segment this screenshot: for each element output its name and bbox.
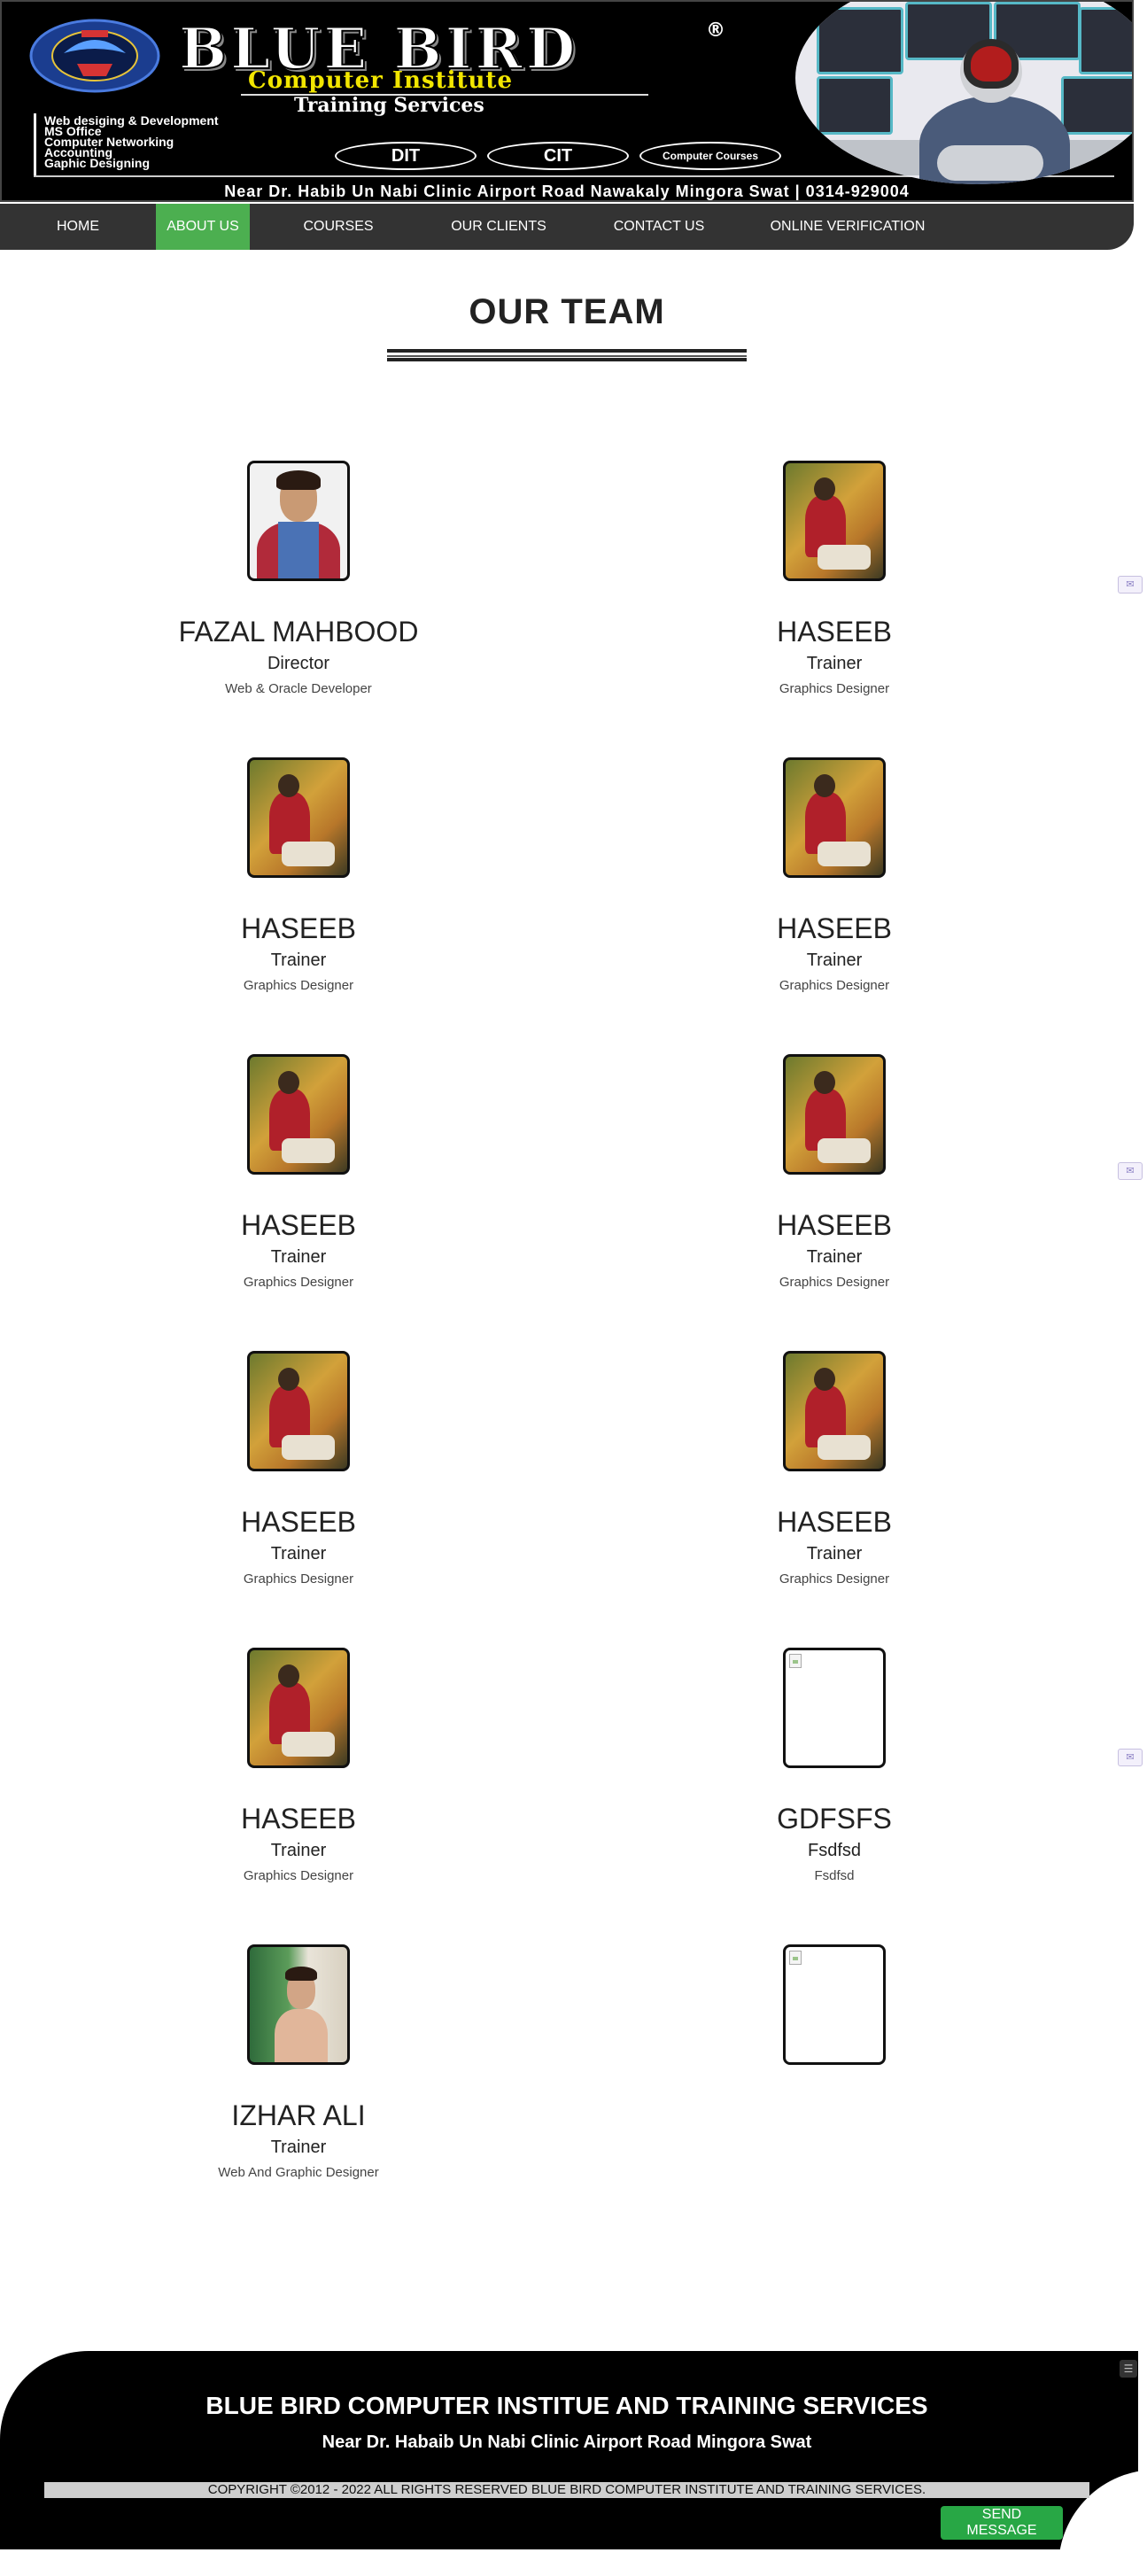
member-description: Web And Graphic Designer [218,2165,379,2180]
program-badge-dit: DIT [335,142,477,170]
member-description: Graphics Designer [243,978,354,993]
member-photo [247,1944,350,2065]
member-role: Trainer [270,950,327,970]
member-name: HASEEB [777,616,892,648]
mail-icon[interactable]: ✉ [1118,1749,1143,1766]
member-role: Trainer [270,1841,327,1860]
member-description: Graphics Designer [243,1571,354,1587]
member-photo [783,1648,886,1768]
member-photo [247,1054,350,1175]
team-member-card: HASEEB Trainer Graphics Designer [657,1351,1011,1587]
monitor-icon [1079,7,1132,74]
team-member-card [657,1944,1011,2065]
program-badge-cit: CIT [487,142,629,170]
member-photo [783,1351,886,1471]
brand-subtitle: Computer Institute [248,67,513,94]
team-member-card: HASEEB Trainer Graphics Designer [121,1648,476,1883]
member-role: Fsdfsd [807,1841,862,1860]
member-name: HASEEB [241,1209,356,1241]
monitor-icon [817,7,903,74]
member-role: Director [267,654,329,673]
nav-about-us[interactable]: ABOUT US [156,204,250,250]
services-list: Web desiging & Development MS Office Com… [44,114,219,170]
institute-logo [29,19,160,93]
broken-image-icon [789,1654,802,1668]
chat-icon[interactable]: ☰ [1120,2360,1137,2378]
member-name: HASEEB [241,912,356,944]
member-role: Trainer [806,1544,863,1563]
footer-address: Near Dr. Habaib Un Nabi Clinic Airport R… [322,2432,812,2452]
nav-online-verification[interactable]: ONLINE VERIFICATION [748,204,948,250]
nav-our-clients[interactable]: OUR CLIENTS [427,204,570,250]
member-photo [783,1944,886,2065]
footer-title: BLUE BIRD COMPUTER INSTITUE AND TRAINING… [205,2392,928,2419]
member-role: Trainer [806,654,863,673]
monitor-icon [1061,76,1132,135]
member-photo [783,757,886,878]
member-name: HASEEB [777,1209,892,1241]
copyright-bar: COPYRIGHT ©2012 - 2022 ALL RIGHTS RESERV… [44,2482,1089,2498]
page-title: OUR TEAM [469,292,665,331]
send-message-button[interactable]: SEND MESSAGE [941,2506,1063,2540]
registered-mark: ® [706,19,725,42]
nav-courses[interactable]: COURSES [250,204,427,250]
hero-illustration [795,2,1132,184]
team-member-card: HASEEB Trainer Graphics Designer [121,1351,476,1587]
member-name: HASEEB [777,912,892,944]
member-photo [247,757,350,878]
member-role: Trainer [806,1247,863,1267]
member-role: Trainer [806,950,863,970]
member-description: Web & Oracle Developer [225,681,372,696]
team-member-card: HASEEB Trainer Graphics Designer [121,757,476,993]
nav-home[interactable]: HOME [0,204,156,250]
member-description: Graphics Designer [779,1275,890,1290]
services-bracket [34,113,36,175]
member-role: Trainer [270,2138,327,2157]
monitor-icon [817,76,893,135]
nav-contact-us[interactable]: CONTACT US [570,204,748,250]
header-banner: BLUE BIRD ® Computer Institute Training … [0,0,1134,202]
member-description: Graphics Designer [779,681,890,696]
mail-icon[interactable]: ✉ [1118,1162,1143,1180]
member-photo [247,1648,350,1768]
member-description: Graphics Designer [243,1275,354,1290]
member-description: Graphics Designer [779,978,890,993]
title-divider [387,349,747,361]
team-member-card: IZHAR ALI Trainer Web And Graphic Designer [121,1944,476,2180]
member-role: Trainer [270,1247,327,1267]
member-name: GDFSFS [777,1803,892,1835]
member-name: HASEEB [777,1506,892,1538]
team-member-card: HASEEB Trainer Graphics Designer [657,1054,1011,1290]
main-nav: HOME ABOUT US COURSES OUR CLIENTS CONTAC… [0,204,1134,250]
mail-icon[interactable]: ✉ [1118,576,1143,594]
team-member-card: HASEEB Trainer Graphics Designer [657,757,1011,993]
chair-shape [937,145,1043,181]
member-description: Graphics Designer [243,1868,354,1883]
member-description: Fsdfsd [814,1868,855,1883]
member-photo [247,461,350,581]
member-name: HASEEB [241,1506,356,1538]
program-badge-computer-courses: Computer Courses [639,142,781,170]
member-photo [783,461,886,581]
team-member-card: HASEEB Trainer Graphics Designer [657,461,1011,696]
member-photo [247,1351,350,1471]
member-photo [783,1054,886,1175]
team-member-card: HASEEB Trainer Graphics Designer [121,1054,476,1290]
banner-address: Near Dr. Habib Un Nabi Clinic Airport Ro… [224,182,910,200]
person-hair [964,39,1019,89]
member-name: HASEEB [241,1803,356,1835]
member-role: Trainer [270,1544,327,1563]
team-member-card: FAZAL MAHBOOD Director Web & Oracle Develo… [121,461,476,696]
brand-tagline: Training Services [294,94,484,117]
team-member-card: GDFSFS Fsdfsd Fsdfsd [657,1648,1011,1883]
member-description: Graphics Designer [779,1571,890,1587]
service-item: Gaphic Designing [44,156,151,170]
broken-image-icon [789,1951,802,1965]
member-name: FAZAL MAHBOOD [178,616,419,648]
member-name: IZHAR ALI [231,2099,366,2131]
